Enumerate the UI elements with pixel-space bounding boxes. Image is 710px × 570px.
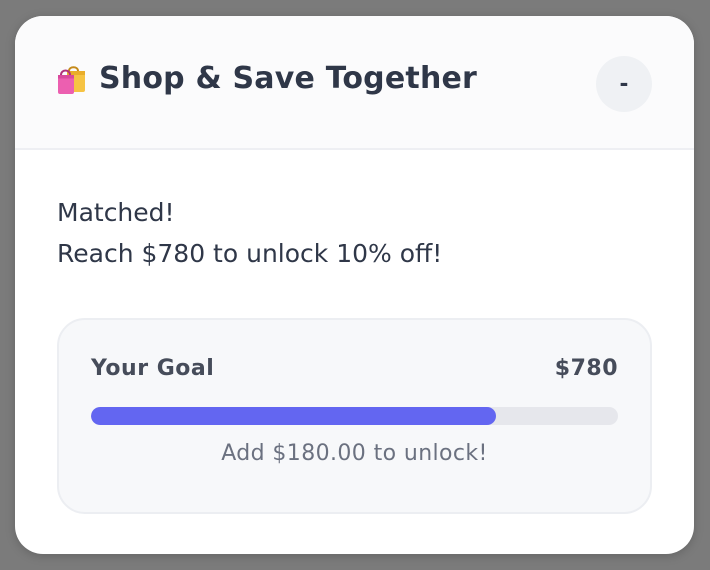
match-status-text: Matched!: [57, 198, 175, 227]
goal-progress-track: [91, 407, 618, 425]
status-message: Matched! Reach $780 to unlock 10% off!: [57, 192, 652, 274]
goal-amount: $780: [554, 356, 618, 381]
widget-body: Matched! Reach $780 to unlock 10% off! Y…: [15, 150, 694, 514]
widget-header: Shop & Save Together -: [15, 16, 694, 150]
remaining-amount-text: Add $180.00 to unlock!: [221, 441, 488, 466]
shop-save-widget: Shop & Save Together - Matched! Reach $7…: [15, 16, 694, 554]
goal-card: Your Goal $780 Add $180.00 to unlock!: [57, 318, 652, 514]
discount-goal-text: Reach $780 to unlock 10% off!: [57, 239, 443, 268]
minimize-button[interactable]: -: [596, 56, 652, 112]
goal-progress-fill: [91, 407, 497, 425]
widget-title: Shop & Save Together: [99, 61, 478, 96]
widget-title-row: Shop & Save Together: [55, 61, 477, 96]
shopping-bags-icon: [55, 62, 89, 96]
goal-header-row: Your Goal $780: [91, 356, 618, 381]
goal-label: Your Goal: [91, 356, 215, 381]
